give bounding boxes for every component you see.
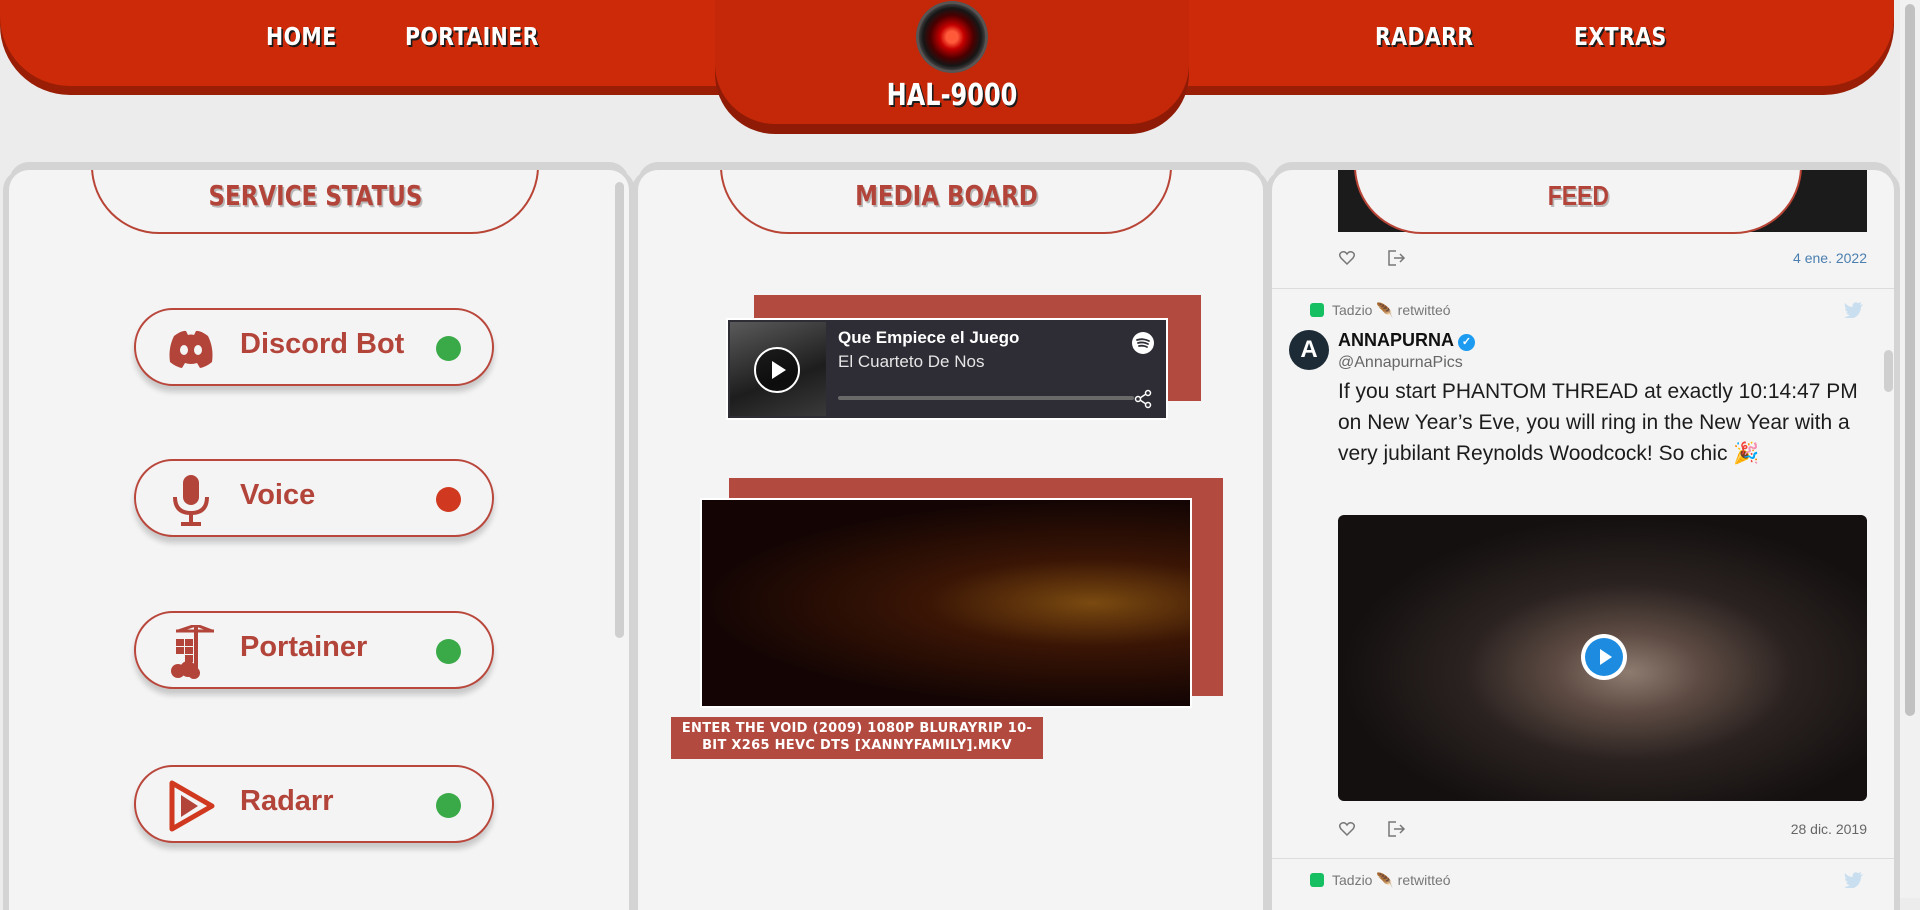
album-art: [730, 322, 826, 416]
hal-eye-logo[interactable]: [918, 3, 986, 71]
status-indicator-online: [436, 336, 461, 361]
status-indicator-online: [436, 639, 461, 664]
service-discord-bot[interactable]: Discord Bot: [134, 308, 494, 386]
avatar[interactable]: A: [1289, 330, 1329, 370]
service-label: Radarr: [240, 785, 334, 817]
feed-header: FEED: [1354, 170, 1802, 234]
tweet-video[interactable]: [1338, 515, 1867, 801]
status-indicator-offline: [436, 487, 461, 512]
tweet-text: If you start PHANTOM THREAD at exactly 1…: [1338, 380, 1858, 465]
verified-icon: ✓: [1458, 334, 1475, 351]
brand-title[interactable]: HAL-9000: [862, 78, 1041, 113]
spotify-player[interactable]: Que Empiece el Juego El Cuarteto De Nos: [726, 318, 1168, 420]
retweet-row: Tadzio 🪶 retwitteó: [1310, 302, 1451, 319]
service-status-header: SERVICE STATUS: [91, 170, 539, 234]
tweet-date[interactable]: 28 dic. 2019: [1791, 821, 1867, 837]
page-scrollbar-thumb[interactable]: [1905, 4, 1915, 716]
retweet-icon: [1310, 873, 1324, 887]
media-board-panel: MEDIA BOARD Que Empiece el Juego El Cuar…: [638, 170, 1263, 910]
share-icon[interactable]: [1132, 388, 1154, 410]
tweet-divider: [1272, 288, 1894, 289]
play-icon: [772, 361, 786, 379]
like-icon[interactable]: [1338, 820, 1356, 838]
media-board-header: MEDIA BOARD: [720, 170, 1172, 234]
video-caption: ENTER THE VOID (2009) 1080P BLURAYRIP 10…: [671, 717, 1043, 759]
twitter-bird-icon[interactable]: [1844, 872, 1864, 888]
nav-radarr[interactable]: RADARR: [1375, 22, 1474, 51]
retweet-label[interactable]: Tadzio 🪶 retwitteó: [1332, 302, 1451, 318]
service-portainer[interactable]: Portainer: [134, 611, 494, 689]
twitter-feed[interactable]: FEED 4 ene. 2022 Tadzio 🪶 retwitteó A AN…: [1272, 170, 1894, 910]
service-label: Discord Bot: [240, 328, 405, 360]
video-thumbnail[interactable]: [700, 498, 1192, 708]
play-icon[interactable]: [1581, 634, 1627, 680]
feed-scrollbar[interactable]: [1884, 350, 1893, 392]
share-icon[interactable]: [1386, 820, 1406, 838]
service-panel-scrollbar[interactable]: [615, 182, 624, 638]
spotify-icon[interactable]: [1132, 332, 1154, 354]
service-label: Portainer: [240, 631, 368, 663]
page-scrollbar-track[interactable]: [1900, 0, 1920, 898]
tweet-divider: [1272, 858, 1894, 859]
twitter-bird-icon[interactable]: [1844, 302, 1864, 318]
tweet-date[interactable]: 4 ene. 2022: [1793, 250, 1867, 266]
tweet-actions: 28 dic. 2019: [1338, 817, 1867, 841]
service-label: Voice: [240, 479, 316, 511]
retweet-row: Tadzio 🪶 retwitteó: [1310, 872, 1451, 889]
play-button[interactable]: [754, 347, 800, 393]
retweet-label[interactable]: Tadzio 🪶 retwitteó: [1332, 872, 1451, 888]
tweet-author-handle[interactable]: @AnnapurnaPics: [1338, 354, 1463, 372]
retweet-icon: [1310, 303, 1324, 317]
feed-panel: FEED 4 ene. 2022 Tadzio 🪶 retwitteó A AN…: [1272, 170, 1894, 910]
nav-home[interactable]: HOME: [266, 22, 337, 51]
service-radarr[interactable]: Radarr: [134, 765, 494, 843]
portainer-icon: [171, 625, 214, 679]
progress-bar[interactable]: [838, 396, 1134, 400]
microphone-icon: [173, 475, 209, 526]
track-artist[interactable]: El Cuarteto De Nos: [838, 352, 984, 372]
status-indicator-online: [436, 793, 461, 818]
tweet-actions: 4 ene. 2022: [1338, 246, 1867, 270]
nav-extras[interactable]: EXTRAS: [1574, 22, 1667, 51]
nav-portainer[interactable]: PORTAINER: [405, 22, 539, 51]
share-icon[interactable]: [1386, 249, 1406, 267]
service-status-panel: SERVICE STATUS Discord Bot Voice Portain…: [9, 170, 629, 910]
like-icon[interactable]: [1338, 249, 1356, 267]
track-title[interactable]: Que Empiece el Juego: [838, 328, 1019, 348]
radarr-icon: [169, 780, 215, 832]
service-voice[interactable]: Voice: [134, 459, 494, 537]
tweet-author-name[interactable]: ANNAPURNA ✓: [1338, 330, 1475, 351]
discord-icon: [169, 330, 213, 368]
